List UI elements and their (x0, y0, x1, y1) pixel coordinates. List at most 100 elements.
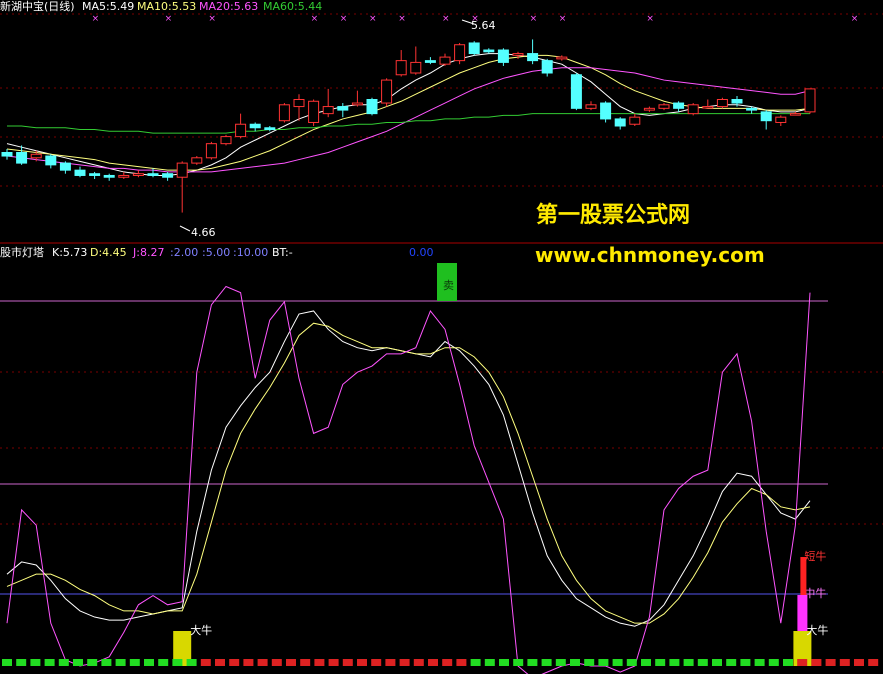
ma-line-ma5 (6, 53, 811, 176)
stock-title: 新湖中宝(日线) (0, 0, 75, 13)
candle-down (731, 99, 743, 104)
top-marker: × (208, 14, 216, 24)
candle-down (16, 152, 28, 164)
candle-up (804, 88, 816, 113)
candle-up (687, 104, 699, 115)
candle-down (103, 174, 115, 178)
candle-up (454, 44, 466, 62)
candle-down (74, 169, 86, 176)
strong-bull-label: 短牛 (804, 549, 826, 563)
candle-up (322, 106, 334, 115)
trend-square (797, 659, 808, 666)
candle-up (176, 162, 188, 178)
candle-up (278, 104, 290, 122)
top-marker: × (851, 14, 859, 24)
ma60-label: MA60:5.44 (263, 0, 322, 13)
indicator-k-label: K:5.73 (52, 246, 87, 259)
grid-lines: × × × × × × × × × × × × × (0, 13, 883, 595)
trend-square (570, 659, 580, 666)
candle-up (395, 60, 407, 76)
trend-square (328, 659, 339, 666)
candle-down (337, 106, 349, 111)
candle-down (366, 99, 378, 115)
candle-down (264, 127, 276, 131)
trend-square (868, 659, 879, 666)
candle-up (118, 174, 130, 178)
candle-up (658, 104, 670, 109)
ma-line-ma60 (7, 113, 810, 134)
watermark-title: 第一股票公式网 (536, 202, 690, 228)
candle-down (760, 111, 772, 122)
candle-up (556, 56, 568, 60)
trend-square (811, 659, 822, 666)
trend-square (754, 659, 765, 666)
trend-square (30, 659, 41, 666)
trend-square (144, 659, 154, 666)
candle-up (585, 104, 597, 109)
trend-square (499, 659, 509, 666)
trend-square (555, 659, 566, 666)
candle-up (439, 56, 451, 65)
trend-square (371, 659, 382, 666)
candle-down (541, 60, 553, 74)
candle-down (45, 155, 57, 166)
candle-up (235, 123, 247, 138)
trend-square (484, 659, 495, 666)
low-pointer (179, 225, 191, 232)
candle-up (381, 79, 393, 104)
candle-up (30, 153, 42, 159)
trend-square (115, 659, 126, 666)
moving-average-lines (6, 53, 811, 176)
candle-up (716, 99, 728, 108)
indicator-line-j (6, 285, 811, 674)
trend-square (200, 659, 211, 666)
candle-up (702, 106, 714, 109)
candle-down (249, 123, 261, 129)
trend-square (2, 659, 12, 666)
trend-square (541, 659, 552, 666)
trend-square (697, 659, 708, 666)
top-marker: × (398, 14, 406, 24)
trend-square (669, 659, 680, 666)
top-marker: × (340, 14, 348, 24)
candle-up (643, 107, 655, 111)
big-bull-label: 大牛 (806, 623, 828, 637)
candle-down (497, 49, 509, 63)
trend-square (854, 659, 864, 666)
indicator-lines (6, 285, 811, 674)
trend-square (257, 659, 268, 666)
trend-square (584, 659, 595, 666)
trend-square (73, 659, 83, 666)
candle-down (468, 42, 480, 55)
trend-square (683, 659, 694, 666)
candle-up (132, 173, 144, 176)
chart-canvas: × × × × × × × × × × × × × 卖大牛 大牛中牛短牛 新湖中宝(日线) MA5:5.4… (0, 0, 883, 674)
top-marker: × (442, 14, 450, 24)
candle-up (512, 53, 524, 56)
candle-down (424, 60, 436, 63)
low-price-label: 4.66 (191, 226, 216, 239)
trend-square (271, 659, 282, 666)
trend-square (16, 659, 27, 666)
top-marker: × (311, 14, 319, 24)
ma-line-ma20 (6, 67, 811, 173)
trend-square (186, 659, 197, 666)
trend-square (413, 659, 424, 666)
trend-square (612, 659, 623, 666)
top-marker: × (559, 14, 567, 24)
candle-up (205, 143, 217, 159)
candle-down (59, 162, 71, 171)
trend-square (357, 659, 367, 666)
candle-down (527, 53, 539, 62)
candle-down (570, 74, 582, 109)
trend-square (385, 659, 396, 666)
trend-square (513, 659, 524, 666)
indicator-j-label: J:8.27 (132, 246, 164, 259)
top-marker: × (369, 14, 377, 24)
ma5-label: MA5:5.49 (82, 0, 134, 13)
candle-down (1, 152, 13, 157)
top-marker: × (165, 14, 173, 24)
trend-square (158, 659, 169, 666)
trend-square (712, 659, 722, 666)
mid-bull-label: 中牛 (804, 586, 826, 600)
